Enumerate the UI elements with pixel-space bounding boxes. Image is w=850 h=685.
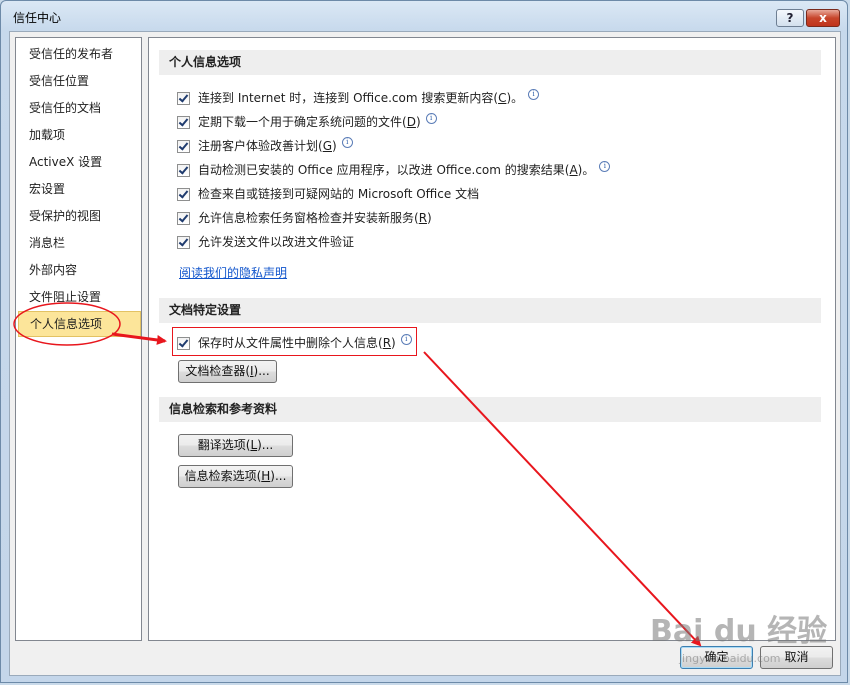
option-online-content[interactable]: 连接到 Internet 时，连接到 Office.com 搜索更新内容(C)。… [177,88,540,107]
checkbox[interactable] [177,187,190,201]
info-icon[interactable]: i [599,160,611,172]
checkbox[interactable] [177,235,190,249]
sidebar-item-protected-view[interactable]: 受保护的视图 [29,206,101,226]
checkbox[interactable] [177,139,190,153]
help-button[interactable]: ? [776,9,804,27]
close-icon: x [819,11,827,25]
settings-panel: 个人信息选项 连接到 Internet 时，连接到 Office.com 搜索更… [148,37,836,641]
section-heading-privacy: 个人信息选项 [159,50,821,75]
close-button[interactable]: x [806,9,840,27]
option-label: 连接到 Internet 时，连接到 Office.com 搜索更新内容(C)。 [198,91,524,105]
option-file-validation[interactable]: 允许发送文件以改进文件验证 [177,233,354,251]
option-label: 检查来自或链接到可疑网站的 Microsoft Office 文档 [198,187,480,201]
section-heading-research: 信息检索和参考资料 [159,397,821,422]
sidebar-item-external-content[interactable]: 外部内容 [29,260,77,280]
sidebar-item-privacy-options[interactable]: 个人信息选项 [18,311,141,337]
dialog-client: 受信任的发布者 受信任位置 受信任的文档 加载项 ActiveX 设置 宏设置 … [9,31,841,676]
option-diagnostic-download[interactable]: 定期下载一个用于确定系统问题的文件(D) i [177,112,437,131]
sidebar-item-message-bar[interactable]: 消息栏 [29,233,65,253]
info-icon[interactable]: i [425,112,437,124]
annotation-highlight-box [172,327,417,356]
option-suspicious-sites[interactable]: 检查来自或链接到可疑网站的 Microsoft Office 文档 [177,185,479,203]
sidebar-item-file-block[interactable]: 文件阻止设置 [29,287,101,307]
trust-center-dialog: 信任中心 ? x 受信任的发布者 受信任位置 受信任的文档 加载项 Active… [0,0,848,683]
sidebar-item-macro[interactable]: 宏设置 [29,179,65,199]
category-sidebar: 受信任的发布者 受信任位置 受信任的文档 加载项 ActiveX 设置 宏设置 … [15,37,142,641]
help-icon: ? [786,11,794,25]
sidebar-item-trusted-publishers[interactable]: 受信任的发布者 [29,44,113,64]
option-label: 允许发送文件以改进文件验证 [198,235,355,249]
option-label: 定期下载一个用于确定系统问题的文件(D) [198,115,421,129]
checkbox[interactable] [177,91,190,105]
checkbox[interactable] [177,211,190,225]
option-research-services[interactable]: 允许信息检索任务窗格检查并安装新服务(R) [177,209,432,227]
checkbox[interactable] [177,115,190,129]
translation-options-button[interactable]: 翻译选项(L)... [178,434,293,457]
option-ceip[interactable]: 注册客户体验改善计划(G) i [177,136,353,155]
title-bar[interactable]: 信任中心 ? x [1,1,847,31]
dialog-title: 信任中心 [13,11,62,25]
option-label: 注册客户体验改善计划(G) [198,139,337,153]
privacy-statement-link[interactable]: 阅读我们的隐私声明 [179,264,287,281]
cancel-button[interactable]: 取消 [760,646,833,669]
sidebar-item-activex[interactable]: ActiveX 设置 [29,152,102,172]
document-inspector-button[interactable]: 文档检查器(I)... [178,360,277,383]
sidebar-item-add-ins[interactable]: 加载项 [29,125,65,145]
ok-button[interactable]: 确定 [680,646,753,669]
research-options-button[interactable]: 信息检索选项(H)... [178,465,293,488]
option-label: 自动检测已安装的 Office 应用程序，以改进 Office.com 的搜索结… [198,163,595,177]
info-icon[interactable]: i [528,88,540,100]
checkbox[interactable] [177,163,190,177]
sidebar-item-trusted-documents[interactable]: 受信任的文档 [29,98,101,118]
sidebar-item-trusted-locations[interactable]: 受信任位置 [29,71,89,91]
section-heading-document: 文档特定设置 [159,298,821,323]
option-detect-office-apps[interactable]: 自动检测已安装的 Office 应用程序，以改进 Office.com 的搜索结… [177,160,611,179]
info-icon[interactable]: i [341,136,353,148]
option-label: 允许信息检索任务窗格检查并安装新服务(R) [198,211,432,225]
